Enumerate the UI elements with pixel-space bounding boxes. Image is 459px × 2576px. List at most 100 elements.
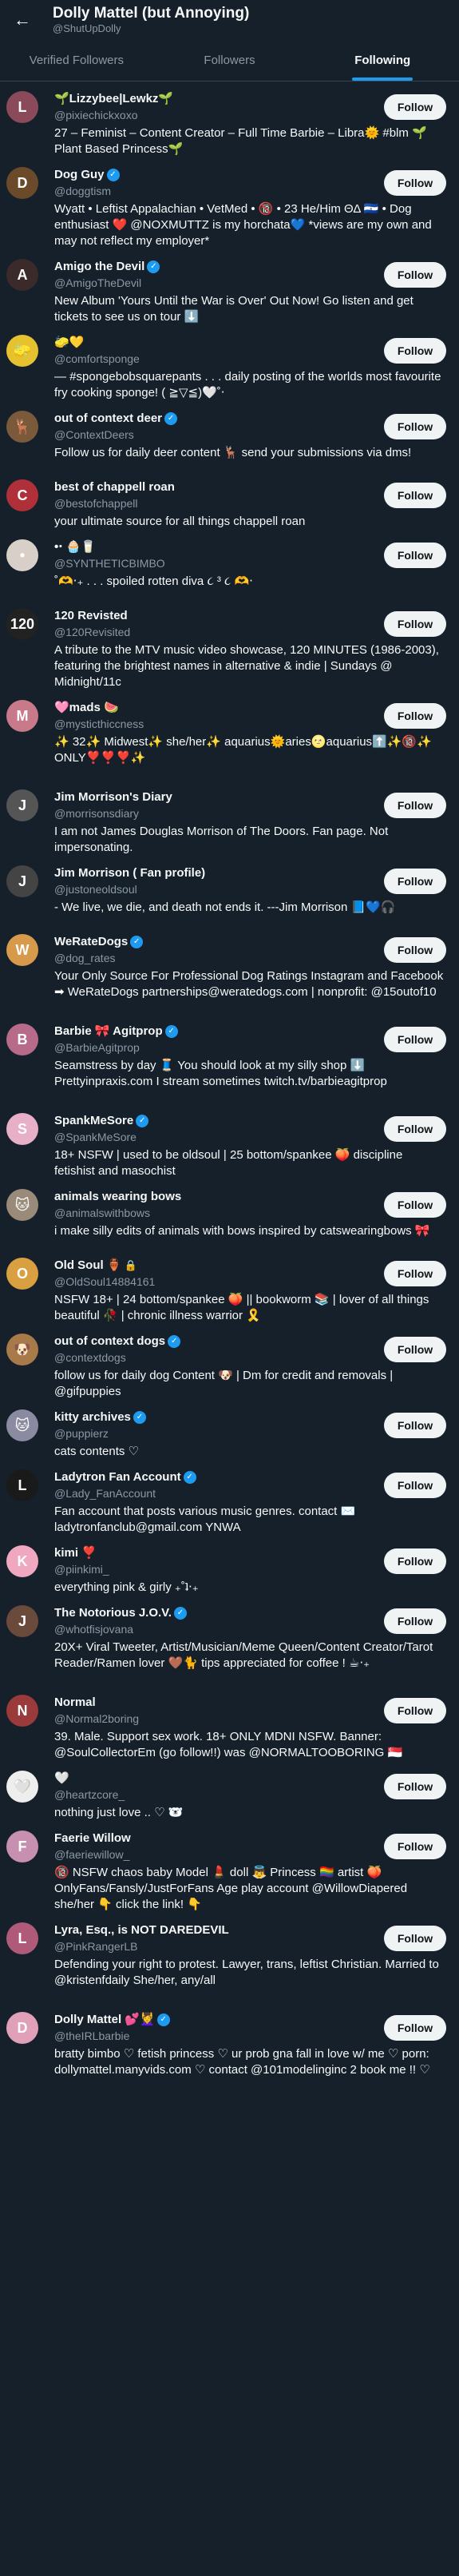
user-name[interactable]: best of chappell roan [54,479,175,495]
arrow-left-icon[interactable]: ← [8,6,37,34]
tab-following[interactable]: Following [306,40,459,81]
follow-button[interactable]: Follow [384,1608,446,1634]
user-row[interactable]: L Follow Ladytron Fan Account ✓ @Lady_FanAcc… [0,1460,459,1536]
user-row[interactable]: S Follow SpankMeSore ✓ @SpankMeSore 18+ NSFW … [0,1103,459,1179]
user-row[interactable]: C Follow best of chappell roan @bestofchapp… [0,470,459,530]
follow-button[interactable]: Follow [384,1774,446,1799]
avatar[interactable]: A [6,259,38,291]
avatar[interactable]: J [6,789,38,821]
avatar[interactable]: 🐱 [6,1189,38,1221]
user-name[interactable]: out of context dogs [54,1334,165,1350]
follow-button[interactable]: Follow [384,1413,446,1438]
user-name[interactable]: Lyra, Esq., is NOT DAREDEVIL [54,1922,229,1938]
avatar[interactable]: K [6,1545,38,1577]
follow-button[interactable]: Follow [384,1698,446,1723]
user-name[interactable]: 🌱Lizzybee|Lewkz🌱 [54,91,173,107]
user-row[interactable]: J Follow Jim Morrison ( Fan profile) @justo… [0,856,459,924]
avatar[interactable]: L [6,1469,38,1501]
user-name[interactable]: Dog Guy [54,167,105,183]
follow-button[interactable]: Follow [384,1192,446,1218]
avatar[interactable]: B [6,1024,38,1055]
follow-button[interactable]: Follow [384,414,446,439]
user-row[interactable]: • Follow •‧⁠ 🧁🥛 @SYNTHETICBIMBO ˚🫶‧₊ . . . s… [0,530,459,598]
avatar[interactable]: W [6,934,38,966]
avatar[interactable]: S [6,1113,38,1145]
user-row[interactable]: B Follow Barbie 🎀 Agitprop ✓ @BarbieAgitprop… [0,1014,459,1103]
avatar[interactable]: • [6,539,38,571]
avatar[interactable]: 🧽 [6,335,38,367]
follow-button[interactable]: Follow [384,1027,446,1052]
avatar[interactable]: M [6,700,38,732]
user-name[interactable]: 🤍 [54,1771,69,1787]
user-name[interactable]: Jim Morrison ( Fan profile) [54,865,205,881]
user-row[interactable]: J Follow Jim Morrison's Diary @morrisonsdia… [0,780,459,856]
user-row[interactable]: 🧽 Follow 🧽💛 @comfortsponge — #spongebobsquar… [0,325,459,401]
user-row[interactable]: K Follow kimi ❣️ @piinkimi_ everything pink … [0,1536,459,1596]
follow-button[interactable]: Follow [384,1926,446,1951]
avatar[interactable]: F [6,1831,38,1862]
user-row[interactable]: D Follow Dolly Mattel 💕💆‍♀️ ✓ @theIRLbarbie b… [0,2002,459,2092]
follow-button[interactable]: Follow [384,262,446,288]
user-name[interactable]: Old Soul 🏺 [54,1258,122,1274]
user-row[interactable]: 🐱 Follow animals wearing bows @animalswithb… [0,1179,459,1248]
avatar[interactable]: 🐱 [6,1409,38,1441]
avatar[interactable]: 🤍 [6,1771,38,1803]
user-name[interactable]: 🧽💛 [54,335,84,351]
follow-button[interactable]: Follow [384,338,446,364]
user-row[interactable]: 120 Follow 120 Revisted @120Revisited A trib… [0,598,459,690]
avatar[interactable]: 🦌 [6,411,38,443]
user-row[interactable]: O Follow Old Soul 🏺 🔒 @OldSoul14884161 NSFW 1… [0,1248,459,1324]
user-row[interactable]: L Follow 🌱Lizzybee|Lewkz🌱 @pixiechickxoxo 27… [0,81,459,157]
avatar[interactable]: L [6,1922,38,1954]
user-name[interactable]: The Notorious J.O.V. [54,1605,172,1621]
user-name[interactable]: animals wearing bows [54,1189,181,1205]
follow-button[interactable]: Follow [384,793,446,818]
avatar[interactable]: J [6,1605,38,1637]
user-name[interactable]: WeRateDogs [54,934,128,950]
user-name[interactable]: 120 Revisted [54,608,128,624]
follow-button[interactable]: Follow [384,937,446,963]
user-row[interactable]: F Follow Faerie Willow @faeriewillow_ 🔞 NSFW… [0,1821,459,1913]
user-name[interactable]: Barbie 🎀 Agitprop [54,1024,163,1040]
follow-button[interactable]: Follow [384,483,446,508]
user-name[interactable]: kimi ❣️ [54,1545,97,1561]
user-name[interactable]: Jim Morrison's Diary [54,789,172,805]
follow-button[interactable]: Follow [384,1337,446,1362]
follow-button[interactable]: Follow [384,1116,446,1142]
user-name[interactable]: SpankMeSore [54,1113,133,1129]
follow-button[interactable]: Follow [384,703,446,729]
user-name[interactable]: Normal [54,1695,96,1711]
follow-button[interactable]: Follow [384,611,446,637]
user-name[interactable]: •‧⁠ 🧁🥛 [54,539,96,555]
user-name[interactable]: out of context deer [54,411,162,427]
user-row[interactable]: W Follow WeRateDogs ✓ @dog_rates Your Only So… [0,924,459,1014]
user-row[interactable]: 🦌 Follow out of context deer ✓ @ContextDeers… [0,401,459,470]
avatar[interactable]: 120 [6,608,38,640]
user-row[interactable]: M Follow 🩷mads 🍉 @mysticthiccness ✨ 32✨ Midw… [0,690,459,780]
avatar[interactable]: 🐶 [6,1334,38,1366]
avatar[interactable]: J [6,865,38,897]
user-name[interactable]: Faerie Willow [54,1831,131,1847]
follow-button[interactable]: Follow [384,869,446,894]
user-row[interactable]: J Follow The Notorious J.O.V. ✓ @whotfisjova… [0,1596,459,1685]
follow-button[interactable]: Follow [384,1834,446,1859]
follow-button[interactable]: Follow [384,543,446,568]
avatar[interactable]: D [6,167,38,199]
follow-button[interactable]: Follow [384,2015,446,2041]
user-name[interactable]: Dolly Mattel 💕💆‍♀️ [54,2012,155,2028]
user-row[interactable]: N Follow Normal @Normal2boring 39. Male. Sup… [0,1685,459,1761]
follow-button[interactable]: Follow [384,170,446,196]
user-name[interactable]: 🩷mads 🍉 [54,700,119,716]
user-row[interactable]: 🐶 Follow out of context dogs ✓ @contextdogs f… [0,1324,459,1400]
tab-verified-followers[interactable]: Verified Followers [0,40,153,81]
user-row[interactable]: D Follow Dog Guy ✓ @doggtism Wyatt • Leftist … [0,157,459,249]
avatar[interactable]: N [6,1695,38,1727]
avatar[interactable]: C [6,479,38,511]
user-row[interactable]: 🐱 Follow kitty archives ✓ @puppierz cats cont… [0,1400,459,1460]
user-row[interactable]: L Follow Lyra, Esq., is NOT DAREDEVIL @Pink… [0,1913,459,2002]
follow-button[interactable]: Follow [384,1473,446,1498]
user-row[interactable]: 🤍 Follow 🤍 @heartzcore_ nothing just love ..… [0,1761,459,1821]
user-name[interactable]: Ladytron Fan Account [54,1469,181,1485]
user-name[interactable]: kitty archives [54,1409,131,1425]
avatar[interactable]: D [6,2012,38,2044]
